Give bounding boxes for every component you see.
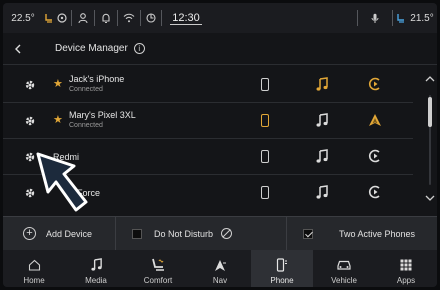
nav-comfort-label: Comfort — [143, 276, 173, 285]
nav-nav-label: Nav — [212, 276, 228, 285]
navigation-arrow-icon — [215, 259, 226, 271]
nav-nav[interactable]: Nav — [189, 250, 251, 287]
music-note-icon — [90, 258, 102, 271]
nav-media[interactable]: Media — [65, 250, 127, 287]
page-title: Device Manager — [55, 43, 128, 54]
play-circle-icon[interactable] — [368, 77, 382, 91]
info-icon[interactable]: i — [133, 43, 145, 54]
nav-apps-label: Apps — [396, 276, 416, 285]
temperature-left-value: 22.5° — [11, 12, 35, 24]
phone-icon[interactable] — [261, 78, 269, 91]
device-status: Connected — [69, 122, 103, 129]
steering-wheel-heat-icon[interactable] — [53, 3, 71, 33]
microphone-icon[interactable] — [358, 3, 392, 33]
gear-icon[interactable] — [23, 114, 37, 128]
phone-icon — [276, 258, 287, 272]
grid-icon — [400, 259, 412, 271]
device-name: Mary's Pixel 3XL — [69, 110, 136, 120]
two-active-phones-label: Two Active Phones — [339, 228, 416, 239]
play-circle-icon[interactable] — [368, 149, 382, 163]
temperature-left[interactable]: 22.5° — [3, 3, 43, 33]
heated-seat-icon[interactable] — [43, 3, 53, 33]
add-device-label: Add Device — [46, 228, 93, 239]
compass-icon[interactable] — [141, 3, 161, 33]
action-bar: + Add Device Do Not Disturb Two Active P… — [3, 216, 437, 251]
two-active-phones-toggle[interactable]: Two Active Phones — [287, 217, 437, 251]
phone-icon[interactable] — [261, 186, 269, 199]
two-active-phones-checkbox[interactable] — [303, 228, 313, 239]
android-auto-icon[interactable] — [368, 113, 382, 127]
do-not-disturb-checkbox[interactable] — [132, 228, 142, 239]
favorite-star-icon: ★ — [53, 78, 63, 90]
back-button[interactable] — [3, 33, 33, 65]
seat-icon — [152, 258, 164, 271]
nav-phone[interactable]: Phone — [251, 250, 313, 287]
plus-icon: + — [23, 227, 36, 240]
status-bar: 22.5° 12:30 21.5° — [3, 3, 437, 33]
nav-comfort[interactable]: Comfort — [127, 250, 189, 287]
nav-vehicle[interactable]: Vehicle — [313, 250, 375, 287]
do-not-disturb-icon — [221, 228, 233, 239]
nav-home[interactable]: Home — [3, 250, 65, 287]
music-note-icon[interactable] — [315, 185, 329, 200]
home-icon — [28, 259, 40, 271]
favorite-star-icon: ★ — [53, 114, 63, 126]
nav-home-label: Home — [23, 276, 45, 285]
bottom-nav: Home Media Comfort Nav Phone Vehicle App… — [3, 250, 437, 287]
wifi-icon[interactable] — [118, 3, 140, 33]
music-note-icon[interactable] — [315, 149, 329, 164]
nav-media-label: Media — [85, 276, 107, 285]
add-device-button[interactable]: + Add Device — [3, 217, 115, 251]
gear-icon[interactable] — [23, 78, 37, 92]
passenger-seat-icon[interactable] — [393, 3, 407, 33]
device-status: Connected — [69, 86, 103, 93]
clock-time: 12:30 — [170, 11, 202, 25]
scrollbar[interactable] — [423, 65, 437, 210]
phone-icon[interactable] — [261, 150, 269, 163]
phone-screen: 22.5° 12:30 21.5° Device Manager i ★ Jac… — [3, 3, 437, 287]
device-row[interactable]: ★ Jack's iPhone Connected — [3, 67, 413, 103]
chevron-down-icon[interactable] — [425, 195, 435, 202]
clock: 12:30 — [162, 3, 210, 33]
car-icon — [337, 260, 351, 270]
music-note-icon[interactable] — [315, 77, 329, 92]
info-icon-glyph: i — [138, 44, 141, 53]
scroll-thumb[interactable] — [428, 97, 432, 127]
chevron-left-icon — [15, 44, 21, 53]
chevron-up-icon[interactable] — [425, 75, 435, 82]
device-row[interactable]: ★ Mary's Pixel 3XL Connected — [3, 103, 413, 139]
nav-apps[interactable]: Apps — [375, 250, 437, 287]
page-header: Device Manager i — [3, 33, 437, 65]
nav-phone-label: Phone — [270, 276, 294, 285]
phone-icon[interactable] — [261, 114, 269, 127]
device-name: Jack's iPhone — [69, 74, 125, 84]
do-not-disturb-label: Do Not Disturb — [154, 228, 214, 239]
pointer-arrow-icon — [36, 152, 88, 212]
temperature-right-value: 21.5° — [410, 12, 434, 24]
temperature-right[interactable]: 21.5° — [407, 3, 437, 33]
nav-vehicle-label: Vehicle — [331, 276, 357, 285]
bell-icon[interactable] — [95, 3, 117, 33]
do-not-disturb-toggle[interactable]: Do Not Disturb — [116, 217, 286, 251]
music-note-icon[interactable] — [315, 113, 329, 128]
play-circle-icon[interactable] — [368, 185, 382, 199]
user-icon[interactable] — [72, 3, 94, 33]
